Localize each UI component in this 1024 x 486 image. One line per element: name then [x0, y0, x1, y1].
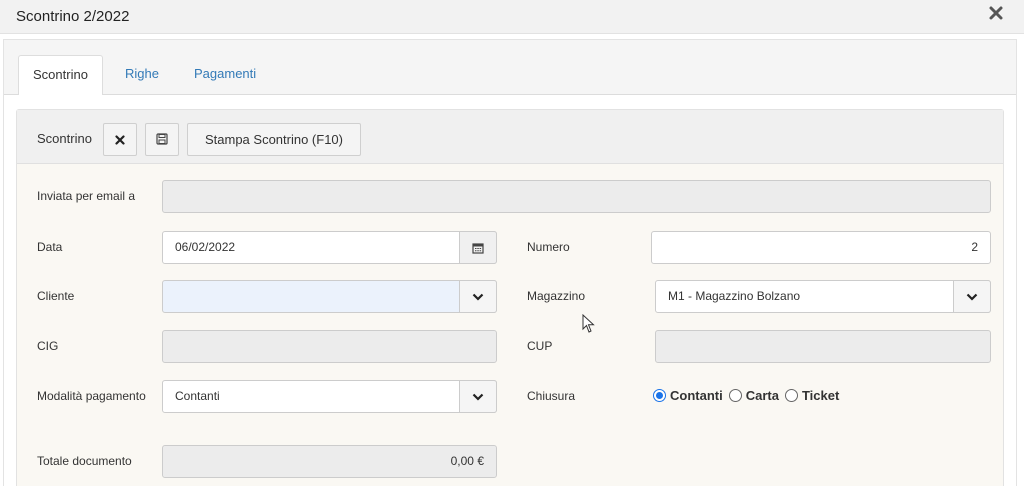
totale-field: 0,00 €	[162, 445, 497, 478]
radio-contanti-label[interactable]: Contanti	[670, 388, 723, 403]
modalita-value: Contanti	[175, 389, 220, 403]
close-icon[interactable]	[986, 5, 1006, 25]
radio-carta[interactable]	[728, 388, 742, 402]
chevron-down-icon	[472, 393, 484, 401]
tab-content: Scontrino Stampa Scontrino (F10) Inviata…	[4, 95, 1016, 486]
chiusura-radio-group: Contanti Carta Ticket	[653, 386, 845, 404]
x-icon	[115, 125, 125, 156]
toolbar: Scontrino Stampa Scontrino (F10)	[17, 110, 1003, 164]
data-value: 06/02/2022	[175, 240, 236, 254]
email-field[interactable]	[162, 180, 991, 213]
data-label: Data	[37, 240, 63, 254]
cig-label: CIG	[37, 339, 59, 353]
window-title: Scontrino 2/2022	[16, 8, 130, 25]
totale-label: Totale documento	[37, 454, 132, 468]
radio-carta-label[interactable]: Carta	[746, 388, 779, 403]
calendar-button[interactable]	[459, 231, 497, 264]
mouse-cursor-icon	[582, 313, 596, 337]
print-receipt-button[interactable]: Stampa Scontrino (F10)	[187, 123, 361, 156]
numero-field[interactable]: 2	[651, 231, 991, 264]
data-field[interactable]: 06/02/2022	[162, 231, 497, 264]
cup-label: CUP	[527, 339, 553, 353]
numero-label: Numero	[527, 240, 570, 254]
modalita-select[interactable]: Contanti	[162, 380, 497, 413]
magazzino-select[interactable]: M1 - Magazzino Bolzano	[655, 280, 991, 313]
magazzino-label: Magazzino	[527, 289, 586, 303]
radio-ticket[interactable]	[784, 388, 798, 402]
tab-scontrino[interactable]: Scontrino	[18, 55, 103, 96]
chevron-down-icon	[472, 293, 484, 301]
form-box: Scontrino Stampa Scontrino (F10) Inviata…	[16, 109, 1004, 486]
radio-contanti[interactable]	[653, 388, 666, 402]
dialog-panel: Scontrino Righe Pagamenti Scontrino Stam…	[3, 39, 1017, 486]
email-label: Inviata per email a	[37, 189, 136, 203]
cliente-dropdown-button[interactable]	[459, 280, 497, 313]
tab-bar: Scontrino Righe Pagamenti	[4, 40, 1016, 96]
modalita-dropdown-button[interactable]	[459, 380, 497, 413]
save-icon	[156, 125, 168, 156]
tab-righe[interactable]: Righe	[125, 55, 159, 95]
save-button[interactable]	[145, 123, 179, 156]
cliente-select[interactable]	[162, 280, 497, 313]
cig-field[interactable]	[162, 330, 497, 363]
toolbar-label: Scontrino	[37, 131, 92, 146]
delete-button[interactable]	[103, 123, 137, 156]
tab-pagamenti[interactable]: Pagamenti	[194, 55, 256, 95]
cup-field[interactable]	[655, 330, 991, 363]
window-titlebar: Scontrino 2/2022	[0, 0, 1024, 34]
calendar-icon	[472, 242, 484, 254]
cliente-label: Cliente	[37, 289, 75, 303]
magazzino-dropdown-button[interactable]	[953, 280, 991, 313]
chiusura-label: Chiusura	[527, 389, 576, 403]
magazzino-value: M1 - Magazzino Bolzano	[668, 289, 801, 303]
radio-ticket-label[interactable]: Ticket	[802, 388, 839, 403]
chevron-down-icon	[966, 293, 978, 301]
modalita-label: Modalità pagamento	[37, 389, 146, 403]
